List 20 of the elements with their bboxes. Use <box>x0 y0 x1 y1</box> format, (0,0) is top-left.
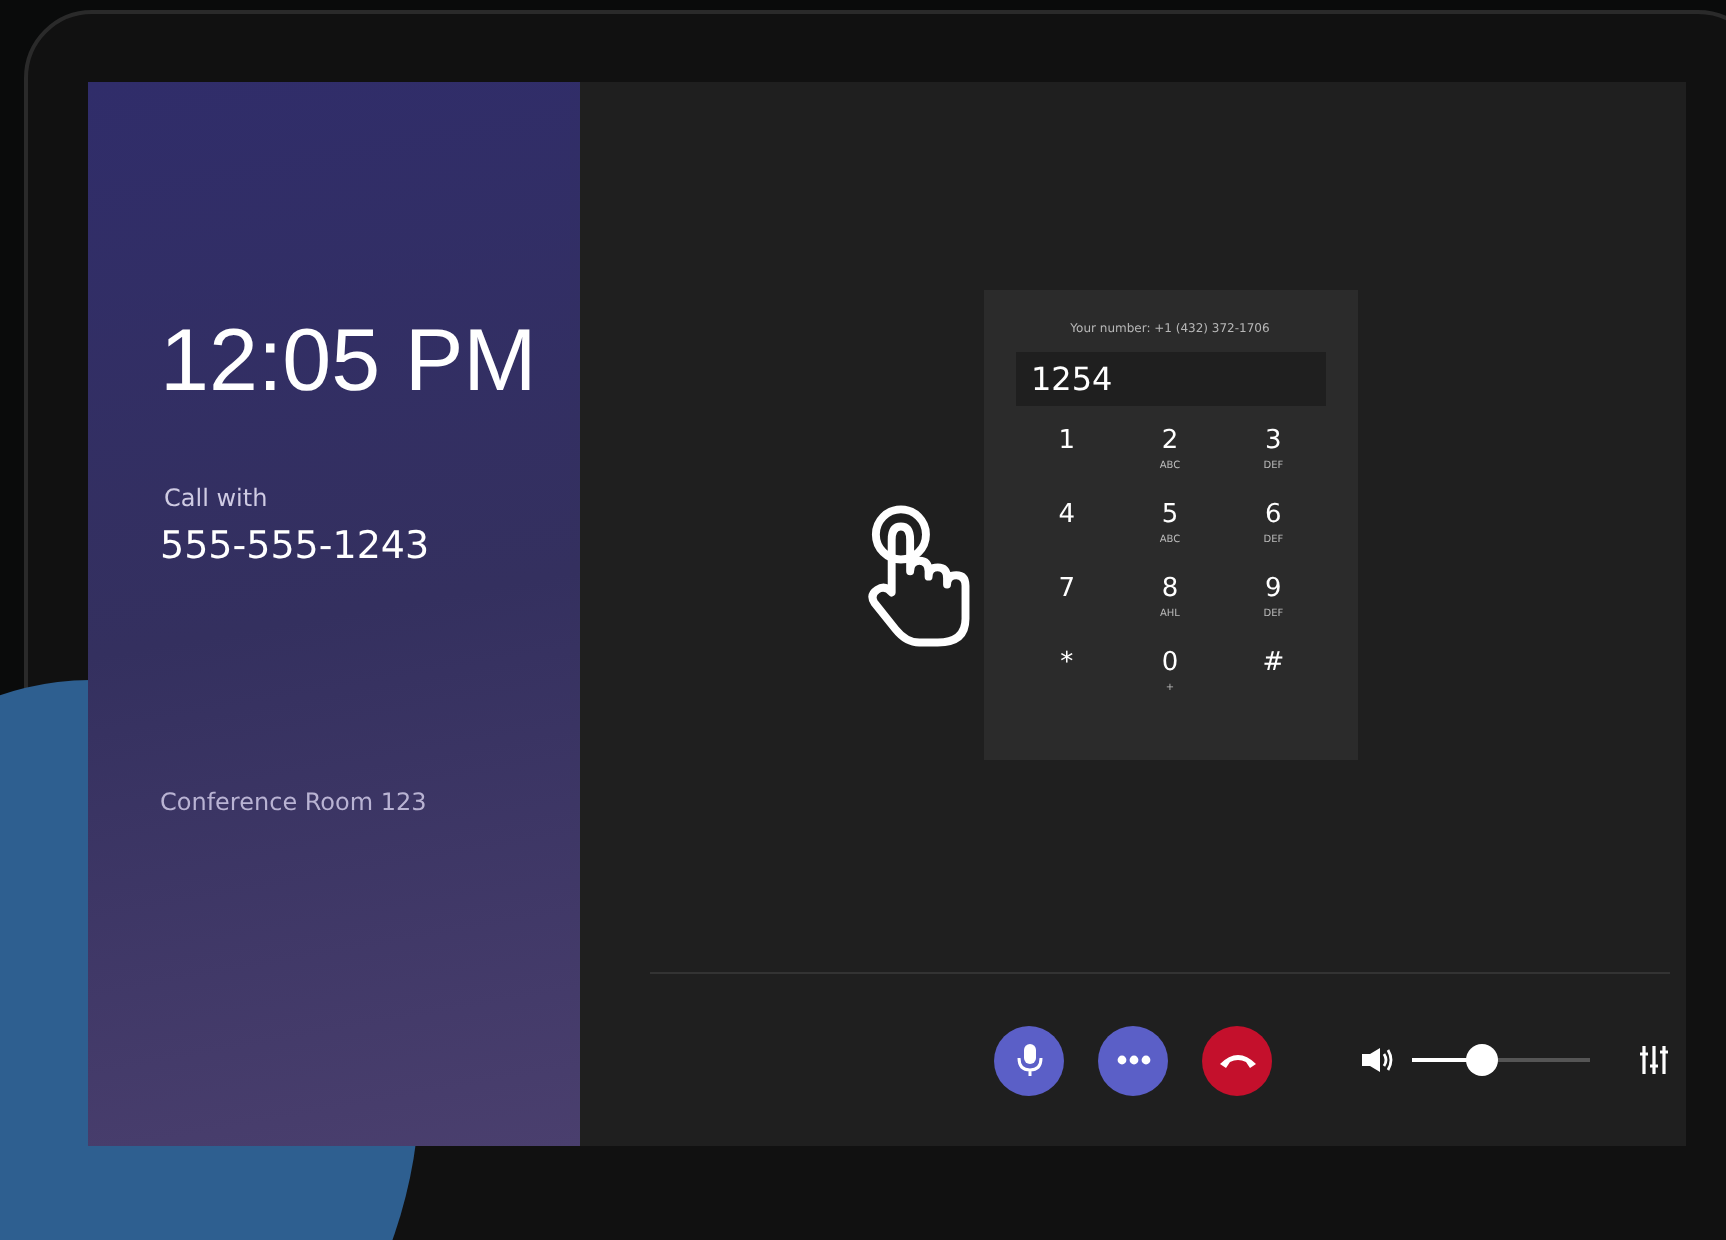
equalizer-icon[interactable] <box>1638 1044 1670 1076</box>
dial-key[interactable]: 7 <box>1015 574 1119 640</box>
clock-time: 12:05 PM <box>160 312 539 412</box>
microphone-button[interactable] <box>994 1025 1064 1095</box>
number-field[interactable]: 1254 <box>1015 352 1325 406</box>
caller-number: 555-555-1243 <box>160 524 432 568</box>
call-label: Call with <box>164 484 270 512</box>
microphone-icon <box>1015 1042 1043 1078</box>
dial-key[interactable]: * <box>1015 648 1119 714</box>
speaker-icon <box>1360 1046 1396 1074</box>
dial-key[interactable]: 4 <box>1015 500 1119 566</box>
volume-slider[interactable] <box>1412 1044 1590 1076</box>
phone-hang-up-icon <box>1217 1050 1257 1070</box>
more-options-button[interactable] <box>1098 1025 1168 1095</box>
ellipsis-icon <box>1115 1054 1151 1066</box>
dial-key[interactable]: 1 <box>1015 426 1119 492</box>
hang-up-button[interactable] <box>1202 1025 1272 1095</box>
volume-thumb[interactable] <box>1466 1044 1498 1076</box>
dial-key[interactable]: # <box>1221 648 1325 714</box>
room-name: Conference Room 123 <box>160 788 429 816</box>
